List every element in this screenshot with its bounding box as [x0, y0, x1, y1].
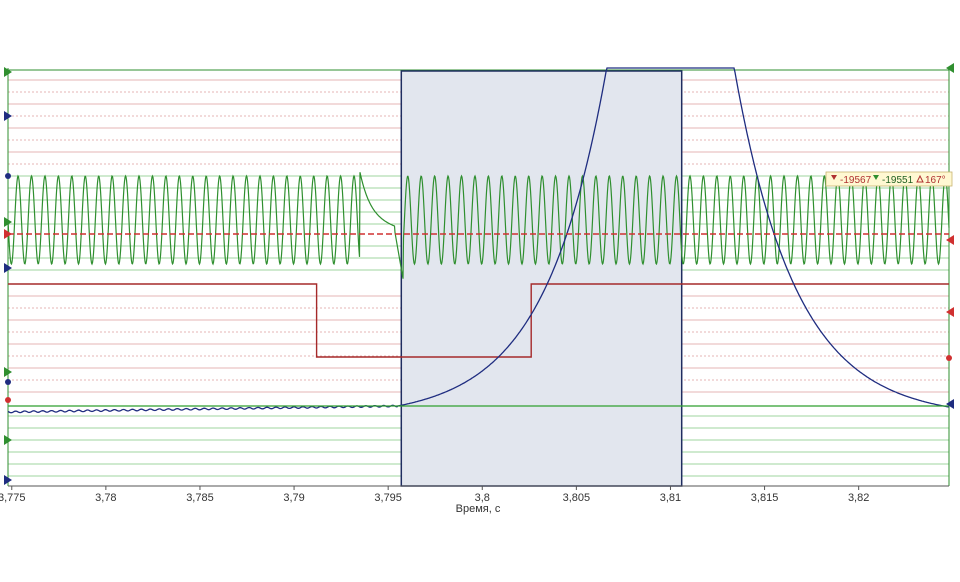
- channel-marker-icon[interactable]: [5, 379, 11, 385]
- x-tick-label: 3,795: [374, 492, 402, 504]
- channel-marker-icon[interactable]: [5, 397, 11, 403]
- cursor-a-value: -19567: [840, 175, 872, 186]
- x-tick-label: 3,82: [848, 492, 869, 504]
- cursor-b-value: -19551: [882, 175, 914, 186]
- cursor-delta-value: 167°: [925, 175, 946, 186]
- cursor-readout: -19567 -19551 167°: [825, 171, 953, 187]
- x-tick-label: 3,815: [751, 492, 779, 504]
- x-tick-label: 3,79: [283, 492, 304, 504]
- oscilloscope-chart: 3,775 3,78 3,785 3,79 3,795 3,8 3,805 3,81 3,815…: [0, 0, 960, 582]
- x-axis-title: Время, с: [456, 503, 501, 515]
- x-tick-label: 3,775: [0, 492, 26, 504]
- time-selection-region[interactable]: [400, 70, 683, 487]
- channel-marker-icon[interactable]: [5, 173, 11, 179]
- x-tick-label: 3,785: [186, 492, 214, 504]
- x-tick-label: 3,805: [563, 492, 591, 504]
- x-tick-label: 3,81: [660, 492, 681, 504]
- channel-marker-icon[interactable]: [946, 355, 952, 361]
- x-tick-label: 3,78: [95, 492, 116, 504]
